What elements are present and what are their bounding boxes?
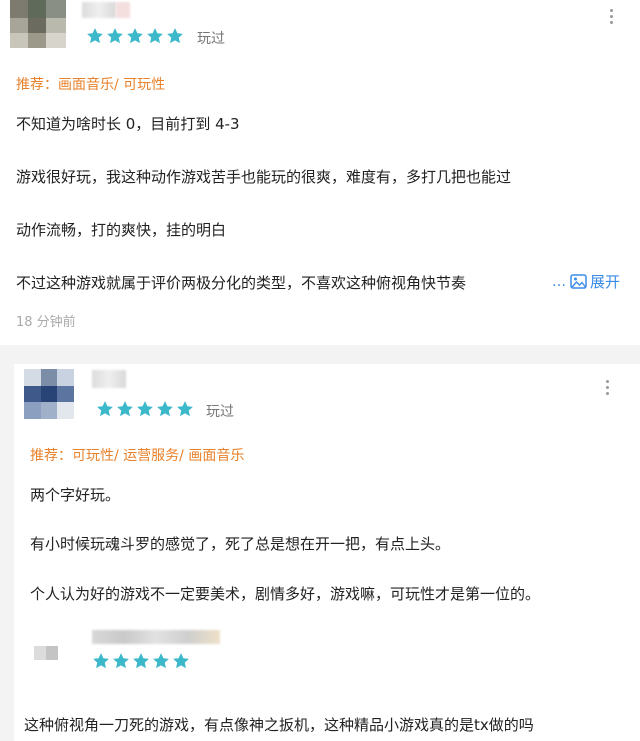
username[interactable]	[82, 2, 116, 18]
text-fade	[508, 270, 548, 292]
star-icon	[93, 653, 109, 669]
star-icon	[167, 28, 183, 44]
username[interactable]	[92, 370, 126, 388]
review-text-line: 不知道为啥时长 0，目前打到 4-3	[16, 115, 240, 133]
image-icon	[570, 274, 587, 289]
review-text-line: 不过这种游戏就属于评价两极分化的类型，不喜欢这种俯视角快节奏	[16, 274, 467, 292]
more-options-icon[interactable]	[606, 380, 610, 396]
recommend-tags: 推荐：可玩性/ 运营服务/ 画面音乐	[30, 448, 245, 464]
avatar[interactable]	[24, 369, 74, 419]
star-icon	[177, 401, 193, 417]
review-text-line: 有小时候玩魂斗罗的感觉了，死了总是想在开一把，有点上头。	[30, 535, 451, 553]
star-icon	[113, 653, 129, 669]
review-text-line: 这种俯视角一刀死的游戏，有点像神之扳机，这种精品小游戏真的是tx做的吗	[24, 716, 534, 734]
star-icon	[97, 401, 113, 417]
star-icon	[153, 653, 169, 669]
star-icon	[147, 28, 163, 44]
star-icon	[157, 401, 173, 417]
star-icon	[87, 28, 103, 44]
played-label: 玩过	[197, 31, 225, 47]
star-rating	[96, 400, 194, 418]
more-options-icon[interactable]	[610, 9, 614, 25]
review-text-line: 动作流畅，打的爽快，挂的明白	[16, 221, 227, 239]
star-icon	[133, 653, 149, 669]
review-text-line: 游戏很好玩，我这种动作游戏苦手也能玩的很爽，难度有，多打几把也能过	[16, 168, 512, 186]
review-text-line: 两个字好玩。	[30, 486, 121, 504]
star-icon	[107, 28, 123, 44]
expand-label: 展开	[590, 273, 621, 291]
avatar[interactable]	[10, 0, 66, 48]
username-badge	[116, 2, 130, 18]
review-card: 玩过 推荐：可玩性/ 运营服务/ 画面音乐 两个字好玩。 有小时候玩魂斗罗的感觉…	[14, 364, 640, 626]
timestamp: 18 分钟前	[16, 315, 76, 330]
star-rating	[86, 27, 184, 45]
review-card: 玩过 推荐：画面音乐/ 可玩性 不知道为啥时长 0，目前打到 4-3 游戏很好玩…	[0, 0, 640, 345]
star-icon	[117, 401, 133, 417]
played-label: 玩过	[206, 404, 234, 420]
review-text-line: 个人认为好的游戏不一定要美术，剧情多好，游戏嘛，可玩性才是第一位的。	[30, 585, 541, 603]
recommend-tags: 推荐：画面音乐/ 可玩性	[16, 77, 166, 93]
star-icon	[173, 653, 189, 669]
star-icon	[127, 28, 143, 44]
avatar[interactable]	[34, 646, 58, 660]
star-icon	[137, 401, 153, 417]
expand-button[interactable]: … 展开	[548, 271, 621, 292]
username[interactable]	[92, 630, 220, 644]
star-rating	[92, 652, 190, 670]
review-card: 这种俯视角一刀死的游戏，有点像神之扳机，这种精品小游戏真的是tx做的吗	[14, 622, 640, 741]
